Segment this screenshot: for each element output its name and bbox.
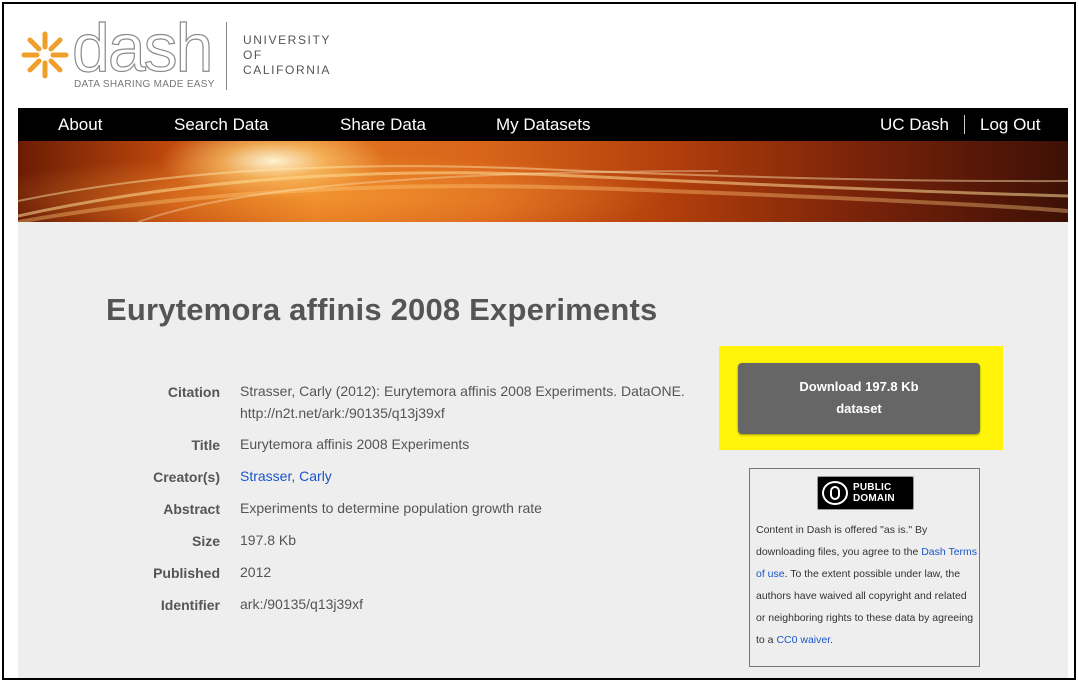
light-streaks-graphic	[18, 165, 1068, 222]
dataset-title-heading: Eurytemora affinis 2008 Experiments	[106, 292, 658, 327]
download-label-line-2: dataset	[836, 401, 882, 416]
page-frame: dash DATA SHARING MADE EASY UNIVERSITY O…	[2, 2, 1076, 680]
dash-logo[interactable]: dash DATA SHARING MADE EASY	[20, 13, 220, 94]
abstract-label: Abstract	[163, 501, 220, 517]
logo-wordmark: dash	[71, 10, 214, 86]
size-label: Size	[191, 533, 220, 549]
cc0-waiver-link[interactable]: CC0 waiver	[776, 634, 830, 646]
license-panel: PUBLIC DOMAIN Content in Dash is offered…	[749, 468, 980, 667]
cc-zero-icon	[822, 481, 848, 505]
badge-line-2: DOMAIN	[853, 493, 895, 504]
download-dataset-button[interactable]: Download 197.8 Kb dataset	[738, 363, 980, 434]
citation-label: Citation	[167, 384, 220, 400]
logo-divider	[226, 22, 227, 90]
uc-line-1: UNIVERSITY	[243, 33, 332, 47]
main-nav: About Search Data Share Data My Datasets…	[18, 108, 1068, 141]
nav-about[interactable]: About	[58, 108, 102, 141]
badge-line-1: PUBLIC	[853, 482, 892, 493]
license-text: Content in Dash is offered "as is." By d…	[756, 524, 978, 646]
abstract-value: Experiments to determine population grow…	[240, 500, 542, 516]
nav-log-out[interactable]: Log Out	[980, 108, 1041, 141]
header-banner-image	[18, 141, 1068, 222]
logo-tagline: DATA SHARING MADE EASY	[74, 79, 215, 90]
identifier-label: Identifier	[160, 597, 220, 613]
university-of-california-logo: UNIVERSITY OF CALIFORNIA	[243, 33, 331, 78]
identifier-value: ark:/90135/q13j39xf	[240, 596, 363, 612]
published-label: Published	[153, 565, 220, 581]
sun-logo-icon	[21, 31, 69, 79]
creator-link[interactable]: Strasser, Carly	[240, 468, 332, 484]
published-value: 2012	[240, 564, 272, 580]
public-domain-badge[interactable]: PUBLIC DOMAIN	[817, 476, 914, 510]
title-label: Title	[191, 437, 220, 453]
uc-line-2: OF	[243, 48, 263, 62]
title-value: Eurytemora affinis 2008 Experiments	[240, 436, 470, 452]
citation-line-1: Strasser, Carly (2012): Eurytemora affin…	[240, 383, 685, 399]
creators-value: Strasser, Carly	[240, 465, 332, 487]
creators-label: Creator(s)	[153, 469, 220, 485]
nav-search-data[interactable]: Search Data	[174, 108, 269, 141]
nav-my-datasets[interactable]: My Datasets	[496, 108, 590, 141]
nav-uc-dash[interactable]: UC Dash	[880, 108, 949, 141]
nav-separator	[964, 115, 965, 134]
citation-value: Strasser, Carly (2012): Eurytemora affin…	[240, 380, 710, 424]
size-value: 197.8 Kb	[240, 532, 297, 548]
download-label-line-1: Download 197.8 Kb	[799, 379, 919, 394]
citation-line-2: http://n2t.net/ark:/90135/q13j39xf	[240, 405, 445, 421]
nav-share-data[interactable]: Share Data	[340, 108, 426, 141]
uc-line-3: CALIFORNIA	[243, 63, 332, 77]
dataset-landing-content: Eurytemora affinis 2008 Experiments Cita…	[18, 222, 1068, 678]
